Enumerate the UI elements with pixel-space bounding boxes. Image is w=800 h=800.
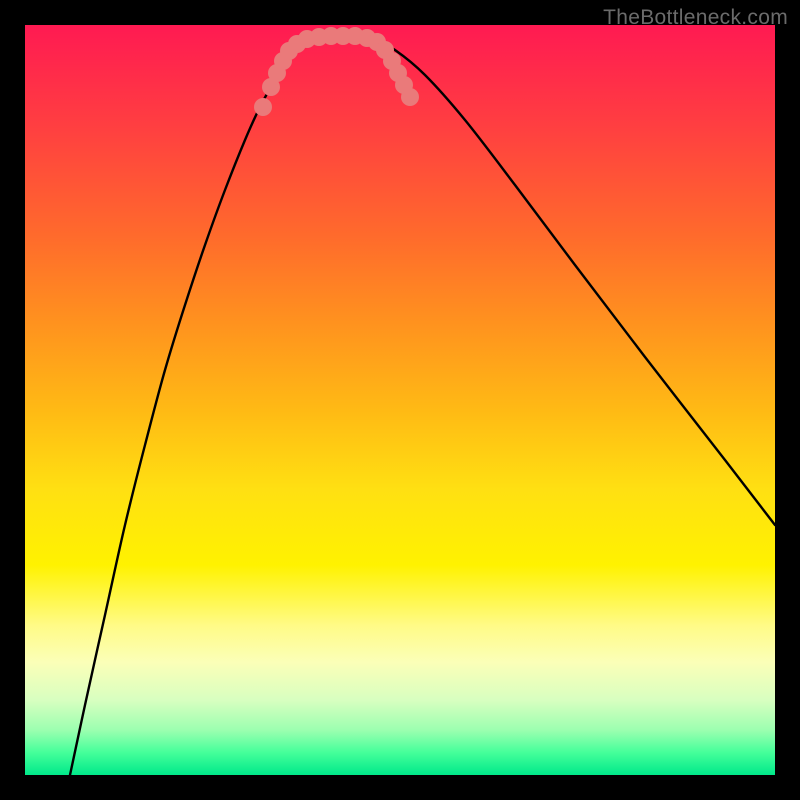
highlight-dot [254,98,272,116]
highlight-dot [262,78,280,96]
highlight-dot [401,88,419,106]
highlight-dot [376,41,394,59]
highlight-dot [280,42,298,60]
highlight-dot [368,33,386,51]
highlight-dots-group [254,27,419,116]
bottleneck-curve-path [70,34,775,775]
highlight-dot [358,29,376,47]
highlight-dot [310,28,328,46]
highlight-dot [346,27,364,45]
curve-svg [25,25,775,775]
highlight-dot [322,27,340,45]
highlight-dot [334,27,352,45]
highlight-dot [298,30,316,48]
highlight-dot [268,64,286,82]
highlight-dot [383,52,401,70]
highlight-dot [395,76,413,94]
highlight-dot [389,64,407,82]
highlight-dot [274,52,292,70]
plot-area [25,25,775,775]
watermark-text: TheBottleneck.com [603,6,788,30]
chart-frame: TheBottleneck.com [0,0,800,800]
highlight-dot [288,35,306,53]
